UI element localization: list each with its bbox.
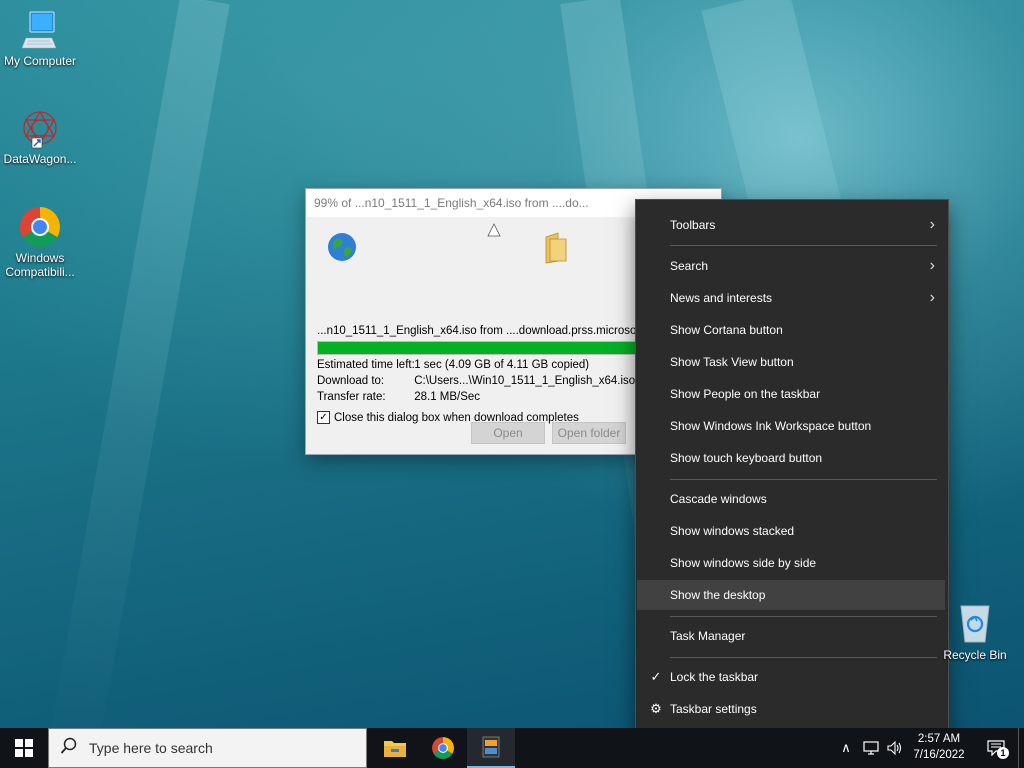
taskbar: Type here to search ∧ 2:57 AM 7/16/2022 … bbox=[0, 728, 1024, 768]
progress-fill bbox=[318, 342, 635, 354]
menu-item-label: Show windows stacked bbox=[670, 524, 795, 538]
notification-icon: 1 bbox=[987, 740, 1009, 759]
taskbar-app-chrome[interactable] bbox=[419, 728, 467, 768]
desktop-icon-label: Recycle Bin bbox=[943, 648, 1007, 662]
menu-separator bbox=[670, 616, 937, 617]
windows-logo-icon bbox=[15, 739, 33, 757]
notification-count-badge: 1 bbox=[997, 747, 1009, 759]
transfer-animation-icon bbox=[486, 223, 502, 242]
menu-item-show-windows-stacked[interactable]: Show windows stacked bbox=[637, 516, 945, 546]
taskbar-search-box[interactable]: Type here to search bbox=[48, 728, 367, 768]
network-icon[interactable] bbox=[860, 728, 882, 768]
desktop-icon-label: Windows Compatibili... bbox=[5, 251, 75, 279]
row-value: 1 sec (4.09 GB of 4.11 GB copied) bbox=[414, 359, 590, 371]
monitor-icon bbox=[18, 8, 62, 52]
row-key: Download to: bbox=[317, 375, 385, 387]
transfer-rate-row: Transfer rate: 28.1 MB/Sec bbox=[317, 391, 480, 403]
globe-icon bbox=[326, 231, 358, 266]
row-key: Estimated time left: bbox=[317, 359, 415, 371]
row-value: 28.1 MB/Sec bbox=[414, 391, 481, 403]
menu-item-show-task-view-button[interactable]: Show Task View button bbox=[637, 347, 945, 377]
menu-item-label: Toolbars bbox=[670, 218, 716, 232]
show-desktop-button[interactable] bbox=[1018, 728, 1024, 768]
recycle-bin-icon bbox=[953, 600, 997, 644]
folder-icon bbox=[542, 231, 570, 268]
desktop-icon-windows-compatibility[interactable]: Windows Compatibili... bbox=[0, 205, 80, 279]
gear-icon: ⚙ bbox=[650, 701, 662, 716]
menu-item-label: Show touch keyboard button bbox=[670, 451, 823, 465]
menu-item-label: Taskbar settings bbox=[670, 702, 757, 716]
menu-item-lock-the-taskbar[interactable]: ✓ Lock the taskbar bbox=[637, 662, 945, 692]
open-folder-button[interactable]: Open folder bbox=[552, 422, 626, 444]
menu-item-search[interactable]: Search › bbox=[637, 251, 945, 281]
chrome-icon bbox=[432, 737, 454, 759]
menu-separator bbox=[670, 479, 937, 480]
download-progress-bar bbox=[317, 341, 639, 355]
start-button[interactable] bbox=[0, 728, 48, 768]
menu-separator bbox=[670, 657, 937, 658]
clock-date: 7/16/2022 bbox=[913, 749, 965, 761]
desktop-icon-recycle-bin[interactable]: Recycle Bin bbox=[940, 600, 1010, 662]
chrome-icon bbox=[18, 205, 62, 249]
menu-separator bbox=[670, 245, 937, 246]
clock-time: 2:57 AM bbox=[917, 733, 961, 745]
download-source-path: ...n10_1511_1_English_x64.iso from ....d… bbox=[317, 325, 637, 337]
checkbox-box[interactable]: ✓ bbox=[317, 411, 330, 424]
download-to-row: Download to: C:\Users...\Win10_1511_1_En… bbox=[317, 375, 635, 387]
menu-item-toolbars[interactable]: Toolbars › bbox=[637, 210, 945, 240]
menu-item-task-manager[interactable]: Task Manager bbox=[637, 621, 945, 651]
desktop-icon-label: DataWagon... bbox=[3, 152, 77, 166]
menu-item-show-ink-workspace[interactable]: Show Windows Ink Workspace button bbox=[637, 411, 945, 441]
menu-item-show-cortana-button[interactable]: Show Cortana button bbox=[637, 315, 945, 345]
row-value: C:\Users...\Win10_1511_1_English_x64.iso bbox=[414, 375, 636, 387]
menu-item-taskbar-settings[interactable]: ⚙ Taskbar settings bbox=[637, 694, 945, 724]
menu-item-label: Search bbox=[670, 259, 709, 273]
menu-item-show-windows-side-by-side[interactable]: Show windows side by side bbox=[637, 548, 945, 578]
desktop-icon-datawagon[interactable]: DataWagon... bbox=[0, 106, 80, 166]
app-icon bbox=[482, 736, 500, 758]
menu-item-news-and-interests[interactable]: News and interests › bbox=[637, 283, 945, 313]
menu-item-label: Show Task View button bbox=[670, 355, 794, 369]
menu-item-show-the-desktop[interactable]: Show the desktop bbox=[637, 580, 945, 610]
chevron-right-icon: › bbox=[929, 289, 935, 306]
menu-item-label: Show the desktop bbox=[670, 588, 766, 602]
file-explorer-icon bbox=[384, 741, 406, 757]
menu-item-show-touch-keyboard[interactable]: Show touch keyboard button bbox=[637, 443, 945, 473]
action-center-button[interactable]: 1 bbox=[980, 728, 1012, 768]
desktop-icon-label: My Computer bbox=[3, 54, 77, 68]
chevron-right-icon: › bbox=[929, 216, 935, 233]
taskbar-context-menu: Toolbars › Search › News and interests ›… bbox=[635, 199, 949, 736]
checkmark-icon: ✓ bbox=[650, 669, 662, 684]
estimated-time-row: Estimated time left: 1 sec (4.09 GB of 4… bbox=[317, 359, 589, 371]
datawagon-logo-icon bbox=[18, 106, 62, 150]
menu-item-label: Show Cortana button bbox=[670, 323, 783, 337]
menu-item-label: Cascade windows bbox=[670, 492, 767, 506]
taskbar-clock[interactable]: 2:57 AM 7/16/2022 bbox=[904, 731, 974, 763]
search-icon bbox=[49, 737, 89, 760]
menu-item-label: Task Manager bbox=[670, 629, 746, 643]
menu-item-label: News and interests bbox=[670, 291, 773, 305]
show-hidden-icons-chevron[interactable]: ∧ bbox=[836, 728, 856, 768]
open-button[interactable]: Open bbox=[471, 422, 545, 444]
menu-item-label: Show Windows Ink Workspace button bbox=[670, 419, 872, 433]
taskbar-app-file-explorer[interactable] bbox=[371, 728, 419, 768]
taskbar-app-download-manager[interactable] bbox=[467, 728, 515, 768]
row-key: Transfer rate: bbox=[317, 391, 386, 403]
menu-item-label: Lock the taskbar bbox=[670, 670, 759, 684]
desktop-icon-my-computer[interactable]: My Computer bbox=[0, 8, 80, 68]
menu-item-label: Show windows side by side bbox=[670, 556, 817, 570]
menu-item-show-people[interactable]: Show People on the taskbar bbox=[637, 379, 945, 409]
volume-icon[interactable] bbox=[884, 728, 906, 768]
menu-item-label: Show People on the taskbar bbox=[670, 387, 821, 401]
menu-item-cascade-windows[interactable]: Cascade windows bbox=[637, 484, 945, 514]
chevron-right-icon: › bbox=[929, 257, 935, 274]
search-placeholder: Type here to search bbox=[89, 740, 213, 756]
